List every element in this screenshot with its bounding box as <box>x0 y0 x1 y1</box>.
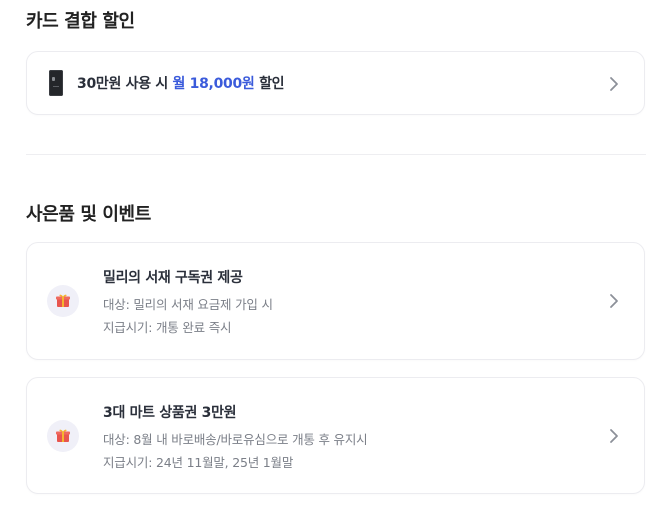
card-discount-text: 30만원 사용 시 월 18,000원 할인 <box>77 73 285 93</box>
card-discount-condition: 30만원 사용 시 <box>77 76 168 92</box>
event-title: 3대 마트 상품권 3만원 <box>103 405 237 421</box>
card-combo-section-title: 카드 결합 할인 <box>26 11 135 32</box>
event-payout: 지급시기: 개통 완료 즉시 <box>103 320 232 335</box>
card-discount-amount: 월 18,000원 <box>172 76 255 92</box>
gift-icon <box>56 294 70 307</box>
benefits-page: 카드 결합 할인 30만원 사용 시 월 18,000원 할인 사은품 및 이벤… <box>0 0 662 506</box>
event-title: 밀리의 서재 구독권 제공 <box>103 270 243 286</box>
event-item[interactable]: 밀리의 서재 구독권 제공 대상: 밀리의 서재 요금제 가입 시 지급시기: … <box>26 242 645 360</box>
section-divider <box>26 154 646 155</box>
card-thumbnail-icon <box>49 70 63 96</box>
card-discount-item[interactable]: 30만원 사용 시 월 18,000원 할인 <box>26 51 645 115</box>
chevron-right-icon[interactable] <box>608 293 620 309</box>
event-target: 대상: 8월 내 바로배송/바로유심으로 개통 후 유지시 <box>103 432 368 447</box>
gift-event-section-title: 사은품 및 이벤트 <box>26 204 151 225</box>
chevron-right-icon[interactable] <box>608 428 620 444</box>
event-target: 대상: 밀리의 서재 요금제 가입 시 <box>103 297 273 312</box>
gift-badge <box>47 285 79 317</box>
card-discount-suffix: 할인 <box>259 76 285 92</box>
event-item[interactable]: 3대 마트 상품권 3만원 대상: 8월 내 바로배송/바로유심으로 개통 후 … <box>26 377 645 494</box>
chevron-right-icon[interactable] <box>608 76 620 92</box>
gift-icon <box>56 429 70 442</box>
gift-badge <box>47 420 79 452</box>
event-payout: 지급시기: 24년 11월말, 25년 1월말 <box>103 455 294 470</box>
